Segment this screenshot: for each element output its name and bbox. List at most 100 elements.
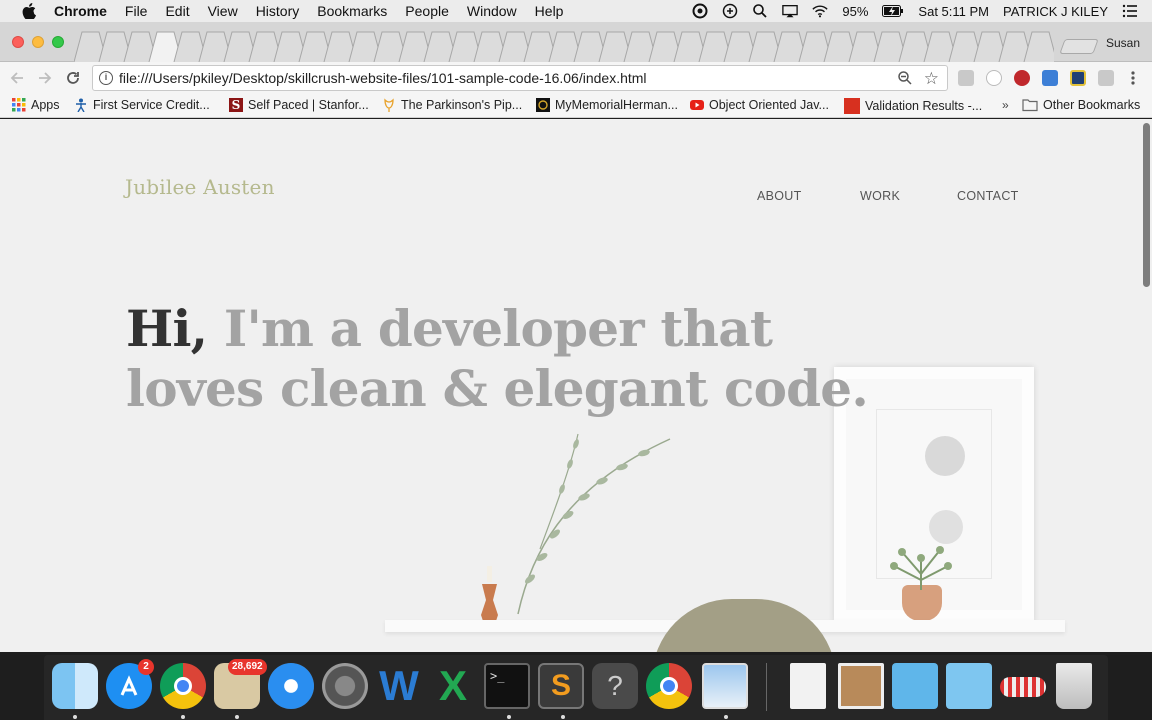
adblock-extension-icon[interactable] (1014, 70, 1030, 86)
nav-link-contact[interactable]: CONTACT (957, 189, 1019, 203)
chrome-menu-icon[interactable] (1128, 70, 1138, 86)
trash-icon[interactable] (1056, 663, 1092, 709)
back-arrow-icon[interactable] (8, 69, 26, 87)
page-viewport: Jubilee Austen ABOUT WORK CONTACT Hi, I'… (0, 119, 1152, 652)
pdf-extension-icon[interactable] (958, 70, 974, 86)
scrollbar-thumb[interactable] (1143, 123, 1150, 287)
notification-center-icon[interactable] (1122, 3, 1138, 19)
bookmark-apps[interactable]: Apps (12, 98, 60, 112)
chrome-icon[interactable] (160, 663, 206, 709)
wifi-icon[interactable] (812, 3, 829, 19)
preview-icon[interactable] (702, 663, 748, 709)
sync-status-icon[interactable] (722, 3, 738, 19)
menu-window[interactable]: Window (467, 3, 517, 19)
bookmark-stanford[interactable]: S Self Paced | Stanfor... (229, 98, 369, 112)
macos-dock: 2 28,692 W X >_ S ? (44, 655, 1108, 720)
bookmark-mymemorialhermann[interactable]: MyMemorialHerman... (536, 98, 678, 112)
xml-file-icon[interactable] (790, 663, 826, 709)
browser-toolbar: i file:///Users/pkiley/Desktop/skillcrus… (0, 62, 1152, 94)
bookmark-object-oriented-java[interactable]: Object Oriented Jav... (690, 98, 829, 112)
menu-edit[interactable]: Edit (165, 3, 189, 19)
menu-bookmarks[interactable]: Bookmarks (317, 3, 387, 19)
bookmark-label: Validation Results -... (865, 99, 983, 113)
window-close-button[interactable] (12, 36, 24, 48)
downloads-stack-icon[interactable] (1000, 677, 1046, 697)
apps-grid-icon (12, 98, 26, 112)
running-indicator (181, 715, 185, 719)
window-zoom-button[interactable] (52, 36, 64, 48)
nav-link-work[interactable]: WORK (860, 189, 900, 203)
figure-icon (76, 98, 86, 112)
site-logo[interactable]: Jubilee Austen (125, 175, 275, 199)
hero-tagline: I'm a developer that loves clean & elega… (126, 299, 869, 418)
tab-strip: Susan (0, 22, 1152, 62)
system-preferences-icon[interactable] (322, 663, 368, 709)
dock-separator (766, 663, 767, 711)
magnifier-extension-icon[interactable] (1098, 70, 1114, 86)
running-indicator (561, 715, 565, 719)
address-bar-url[interactable]: file:///Users/pkiley/Desktop/skillcrush-… (119, 66, 647, 90)
apple-logo-icon[interactable] (22, 3, 36, 19)
bookmark-label: Apps (31, 98, 60, 112)
new-tab-button[interactable] (1059, 39, 1099, 54)
app-menu-chrome[interactable]: Chrome (54, 3, 107, 19)
chrome-icon[interactable] (646, 663, 692, 709)
validator-extension-icon[interactable] (1070, 70, 1086, 86)
unknown-app-icon[interactable]: ? (592, 663, 638, 709)
folder-icon[interactable] (892, 663, 938, 709)
page-scrollbar[interactable] (1141, 119, 1152, 652)
macos-menubar: Chrome File Edit View History Bookmarks … (0, 0, 1152, 22)
bookmark-label: Other Bookmarks (1043, 98, 1141, 112)
running-indicator (73, 715, 77, 719)
menu-history[interactable]: History (256, 3, 300, 19)
bookmark-label: Object Oriented Jav... (709, 98, 829, 112)
browser-tab[interactable] (1023, 31, 1054, 62)
bookmark-first-service-credit[interactable]: First Service Credit... (74, 98, 210, 112)
menubar-clock[interactable]: Sat 5:11 PM (918, 4, 989, 19)
copper-plant-pot-image (902, 585, 942, 621)
stanford-s-icon: S (229, 98, 243, 112)
browser-tabs[interactable] (74, 30, 1054, 62)
menu-file[interactable]: File (125, 3, 148, 19)
app-store-badge: 2 (138, 659, 154, 675)
bookmark-parkinsons[interactable]: The Parkinson's Pip... (382, 98, 522, 112)
blank-extension-icon[interactable] (986, 70, 1002, 86)
safari-icon[interactable] (268, 663, 314, 709)
spotlight-search-icon[interactable] (752, 3, 768, 19)
battery-charging-icon[interactable] (882, 3, 904, 19)
zoom-out-icon[interactable] (897, 70, 913, 86)
profile-name-button[interactable]: Susan (1106, 36, 1140, 50)
documents-folder-icon[interactable] (946, 663, 992, 709)
bookmark-validation-results[interactable]: Validation Results -... (844, 98, 982, 114)
creative-cloud-icon[interactable] (692, 3, 708, 19)
forward-arrow-icon[interactable] (36, 69, 54, 87)
candle-holder-image (481, 566, 498, 621)
airplay-display-icon[interactable] (782, 3, 799, 19)
sublime-text-icon[interactable]: S (538, 663, 584, 709)
app-store-icon[interactable]: 2 (106, 659, 154, 709)
terminal-icon[interactable]: >_ (484, 663, 530, 709)
excel-icon[interactable]: X (430, 663, 476, 709)
address-bar[interactable]: i file:///Users/pkiley/Desktop/skillcrus… (92, 65, 948, 91)
more-bookmarks-chevron-icon[interactable]: » (1002, 98, 1009, 112)
bookmark-star-icon[interactable]: ☆ (924, 67, 939, 91)
bookmark-label: MyMemorialHerman... (555, 98, 678, 112)
succulent-plant-image (890, 546, 952, 590)
menubar-user-name[interactable]: PATRICK J KILEY (1003, 4, 1108, 19)
window-minimize-button[interactable] (32, 36, 44, 48)
page-info-icon[interactable]: i (99, 71, 113, 85)
menu-help[interactable]: Help (535, 3, 564, 19)
nav-link-about[interactable]: ABOUT (757, 189, 802, 203)
finder-icon[interactable] (52, 663, 98, 709)
mail-icon[interactable]: 28,692 (214, 659, 267, 709)
bookmark-label: Self Paced | Stanfor... (248, 98, 369, 112)
menu-view[interactable]: View (208, 3, 238, 19)
bookmark-other-bookmarks[interactable]: Other Bookmarks (1022, 98, 1140, 112)
search-extension-icon[interactable] (1042, 70, 1058, 86)
word-icon[interactable]: W (376, 663, 422, 709)
eucalyptus-branch-image (517, 433, 671, 615)
menu-people[interactable]: People (405, 3, 449, 19)
running-indicator (235, 715, 239, 719)
reload-icon[interactable] (64, 69, 82, 87)
photo-stack-icon[interactable] (838, 663, 884, 709)
